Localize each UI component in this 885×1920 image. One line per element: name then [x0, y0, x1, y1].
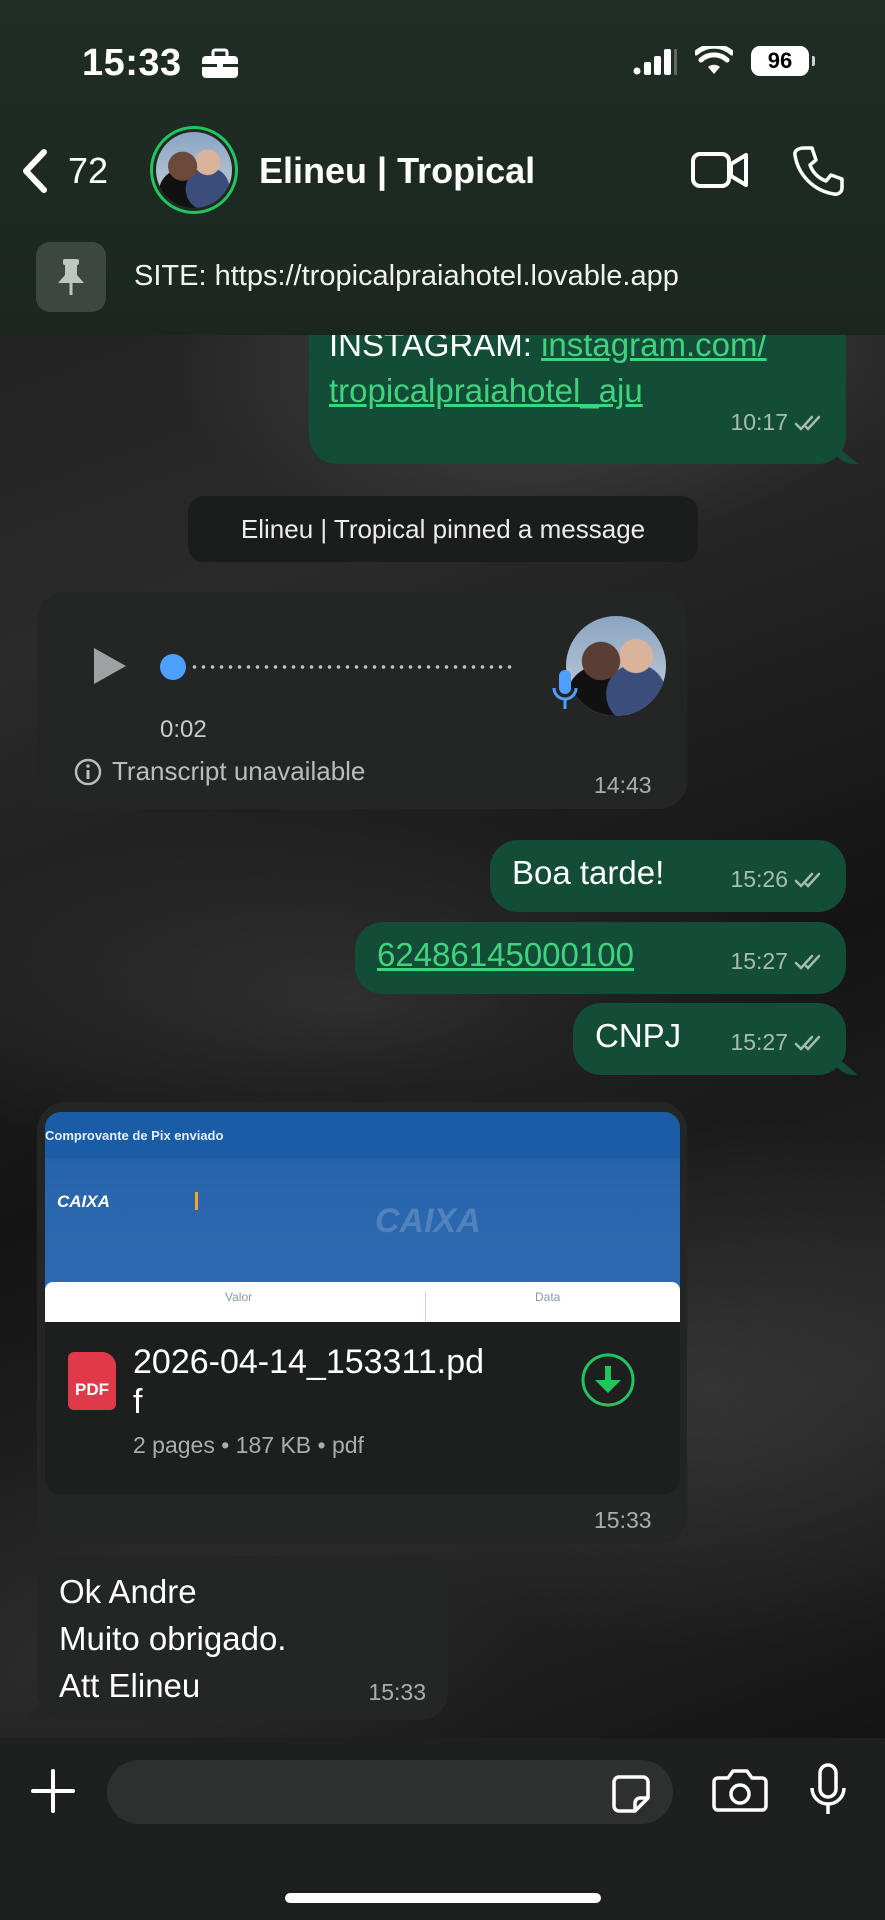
- home-indicator: [285, 1893, 601, 1903]
- transcript-status: Transcript unavailable: [74, 756, 365, 787]
- message-time: 15:27: [730, 948, 788, 974]
- message-composer: [0, 1738, 885, 1920]
- pinned-message-bar[interactable]: SITE: https://tropicalpraiahotel.lovable…: [0, 238, 885, 335]
- document-time: 15:33: [594, 1507, 652, 1533]
- pinned-message-text: SITE: https://tropicalpraiahotel.lovable…: [134, 260, 679, 292]
- message-text: Boa tarde!: [512, 854, 665, 891]
- transcript-text: Transcript unavailable: [112, 756, 366, 786]
- message-bubble-outgoing[interactable]: CNPJ 15:27: [573, 1003, 846, 1075]
- filename-line2: f: [133, 1383, 143, 1421]
- preview-brand: CAIXA: [57, 1192, 110, 1211]
- microphone-icon[interactable]: [808, 1762, 848, 1818]
- video-call-icon[interactable]: [690, 148, 750, 192]
- message-line: Muito obrigado.: [59, 1620, 287, 1657]
- playback-position[interactable]: [160, 654, 186, 680]
- preview-table: Valor Data: [45, 1282, 680, 1322]
- battery-indicator: 96: [751, 46, 815, 76]
- system-notice: Elineu | Tropical pinned a message: [188, 496, 698, 562]
- status-time: 15:33: [82, 42, 182, 84]
- briefcase-icon: [202, 48, 238, 78]
- double-check-icon: [794, 954, 821, 970]
- double-check-icon: [794, 1035, 821, 1051]
- message-meta: 15:27: [730, 1029, 826, 1056]
- info-icon: [74, 758, 102, 785]
- message-input[interactable]: [107, 1760, 673, 1824]
- status-indicators: 96: [633, 46, 815, 76]
- voice-time: 14:43: [594, 772, 652, 798]
- preview-title: Comprovante de Pix enviado: [45, 1128, 224, 1143]
- preview-col-data: Data: [535, 1290, 561, 1304]
- message-time: 15:26: [730, 866, 788, 892]
- filename-line1: 2026-04-14_153311.pd: [133, 1343, 485, 1381]
- message-bubble-outgoing[interactable]: 62486145000100 15:27: [355, 922, 846, 994]
- message-time: 15:33: [368, 1679, 426, 1705]
- document-details: 2 pages • 187 KB • pdf: [133, 1432, 364, 1458]
- back-button[interactable]: 72: [20, 148, 108, 194]
- message-bubble-outgoing[interactable]: Boa tarde! 15:26: [490, 840, 846, 912]
- double-check-icon: [794, 415, 821, 431]
- preview-accent: [195, 1192, 198, 1210]
- play-icon[interactable]: [90, 646, 130, 686]
- phone-number-link[interactable]: 62486145000100: [377, 936, 634, 974]
- message-meta: 10:17: [730, 409, 826, 436]
- message-text: CNPJ: [595, 1017, 682, 1054]
- pin-icon: [58, 259, 84, 295]
- chat-header: 15:33 96 72 Elineu | Tropical SITE: http…: [0, 0, 885, 335]
- document-filename: 2026-04-14_153311.pd f: [133, 1342, 484, 1422]
- preview-watermark: CAIXA: [375, 1202, 481, 1240]
- avatar-photo: [156, 132, 232, 208]
- double-check-icon: [794, 872, 821, 888]
- unread-count: 72: [68, 150, 109, 191]
- message-line: Att Elineu: [59, 1667, 201, 1704]
- download-icon[interactable]: [580, 1352, 636, 1408]
- sticker-icon[interactable]: [611, 1774, 651, 1814]
- chevron-left-icon: [23, 149, 47, 193]
- voice-waveform[interactable]: [190, 665, 515, 669]
- instagram-link-cont[interactable]: tropicalpraiahotel_aju: [329, 372, 643, 409]
- message-meta: 15:27: [730, 948, 826, 975]
- voice-sender-avatar: [566, 616, 666, 716]
- message-text: Ok Andre Muito obrigado. Att Elineu: [59, 1568, 286, 1709]
- nav-row: 72 Elineu | Tropical: [0, 120, 885, 220]
- camera-icon[interactable]: [712, 1766, 768, 1814]
- cellular-signal-icon: [633, 49, 677, 75]
- message-bubble-incoming[interactable]: Ok Andre Muito obrigado. Att Elineu 15:3…: [37, 1556, 448, 1720]
- preview-col-valor: Valor: [225, 1290, 253, 1304]
- contact-avatar[interactable]: [150, 126, 238, 214]
- wifi-icon: [695, 46, 733, 74]
- message-line: Ok Andre: [59, 1573, 197, 1610]
- message-time: 15:27: [730, 1029, 788, 1055]
- preview-divider: [425, 1292, 426, 1322]
- microphone-icon: [552, 670, 578, 709]
- document-preview[interactable]: Comprovante de Pix enviado CAIXA CAIXA V…: [45, 1112, 680, 1322]
- message-meta: 15:26: [730, 866, 826, 893]
- pdf-file-icon: PDF: [68, 1352, 116, 1410]
- pin-badge: [36, 242, 106, 312]
- message-text: INSTAGRAM: instagram.com/ tropicalpraiah…: [329, 322, 839, 414]
- plus-icon[interactable]: [30, 1768, 76, 1814]
- voice-duration: 0:02: [160, 716, 207, 743]
- contact-name[interactable]: Elineu | Tropical: [259, 150, 535, 192]
- message-time: 10:17: [730, 409, 788, 435]
- phone-call-icon[interactable]: [790, 144, 844, 198]
